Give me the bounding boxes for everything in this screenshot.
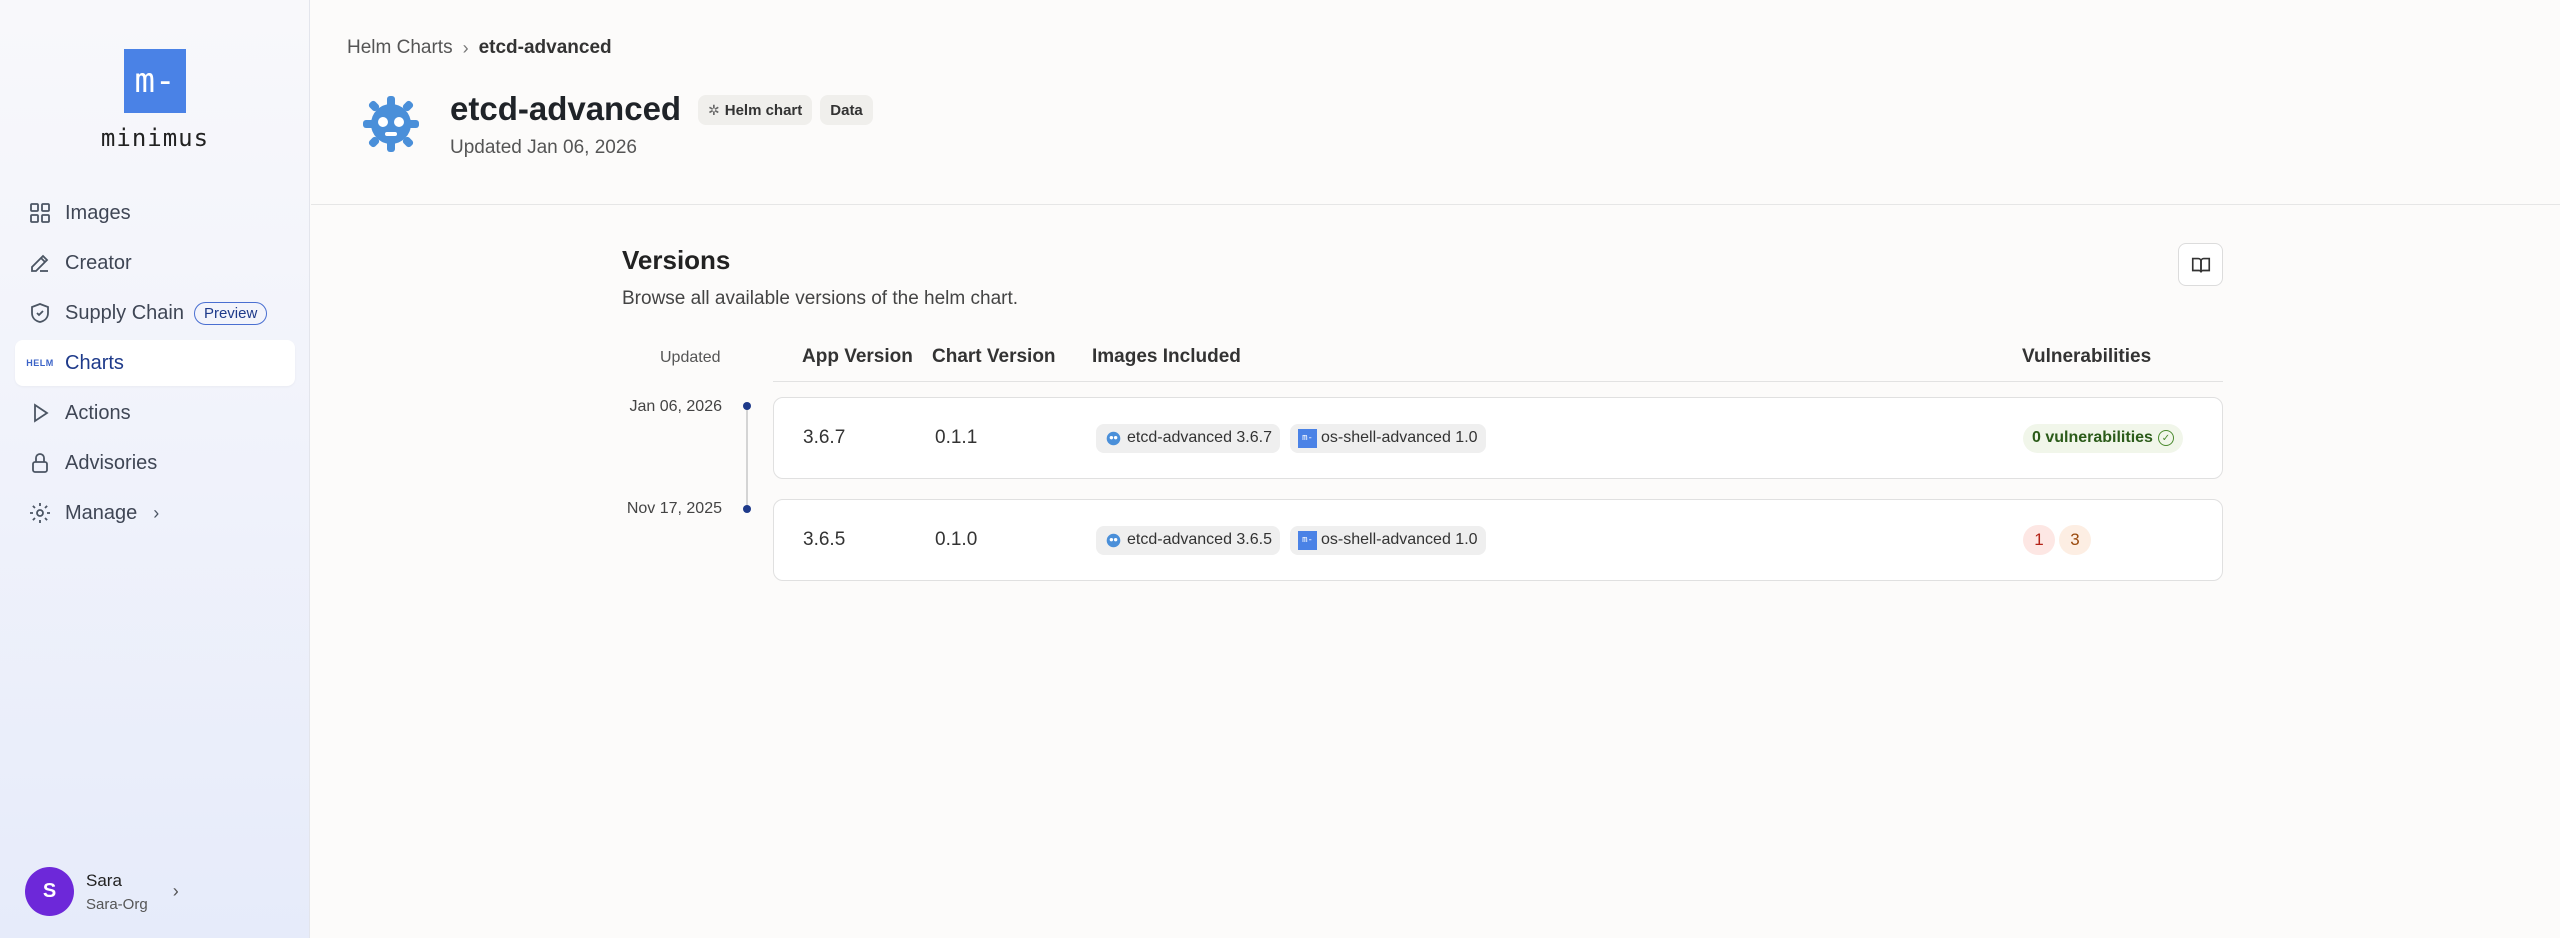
chevron-right-icon: ›	[153, 502, 160, 523]
image-chip-label: etcd-advanced 3.6.7	[1127, 429, 1272, 446]
helm-wheel-icon: ✲	[708, 101, 720, 118]
app-version-cell: 3.6.7	[803, 427, 846, 448]
column-header-updated: Updated	[660, 349, 721, 366]
app-version-cell: 3.6.5	[803, 529, 846, 550]
minimus-icon: m-	[1298, 428, 1317, 448]
avatar: S	[25, 867, 74, 916]
page-header: Helm Charts › etcd-advanced etcd-advance…	[311, 0, 2560, 205]
lock-icon	[27, 450, 53, 476]
image-chip-label: etcd-advanced 3.6.5	[1127, 531, 1272, 548]
image-chip-label: os-shell-advanced 1.0	[1321, 531, 1478, 548]
sidebar-item-images[interactable]: Images	[15, 190, 295, 236]
timeline-dot	[743, 505, 751, 513]
images-cell: etcd-advanced 3.6.7 m- os-shell-advanced…	[1096, 398, 1496, 478]
user-org: Sara-Org	[86, 895, 148, 913]
vulnerabilities-cell: 0 vulnerabilities ✓	[2023, 398, 2183, 478]
image-chip[interactable]: m- os-shell-advanced 1.0	[1290, 525, 1486, 555]
chart-version-cell: 0.1.0	[935, 529, 978, 550]
table-row[interactable]: 3.6.5 0.1.0 etcd-advanced 3.6.5 m- os-sh…	[773, 499, 2223, 581]
table-row[interactable]: 3.6.7 0.1.1 etcd-advanced 3.6.7 m- os-sh…	[773, 397, 2223, 479]
play-icon	[27, 400, 53, 426]
logo-text[interactable]: minimus	[0, 124, 310, 152]
timeline-date: Jan 06, 2026	[629, 398, 722, 415]
sidebar-item-label: Advisories	[65, 451, 158, 474]
preview-badge: Preview	[193, 301, 268, 325]
updated-date: Updated Jan 06, 2026	[450, 137, 637, 158]
sidebar-item-label: Images	[65, 201, 131, 224]
column-header-app-version[interactable]: App Version	[802, 346, 913, 368]
user-name: Sara	[86, 870, 122, 890]
versions-subtitle: Browse all available versions of the hel…	[622, 288, 1019, 309]
sidebar-item-creator[interactable]: Creator	[15, 240, 295, 286]
sidebar-item-label: Actions	[65, 401, 131, 424]
image-chip[interactable]: etcd-advanced 3.6.7	[1096, 423, 1280, 453]
timeline-line	[746, 406, 748, 510]
breadcrumb-parent-link[interactable]: Helm Charts	[347, 37, 453, 59]
page-title: etcd-advanced	[450, 90, 682, 127]
vulnerabilities-cell: 1 3	[2023, 500, 2095, 580]
images-cell: etcd-advanced 3.6.5 m- os-shell-advanced…	[1096, 500, 1496, 580]
sidebar-item-supply-chain[interactable]: Supply Chain Preview	[15, 290, 295, 336]
sidebar-nav: Images Creator Supply Chain Preview HELM…	[15, 190, 295, 540]
sidebar-item-charts[interactable]: HELM Charts	[15, 340, 295, 386]
shield-icon	[27, 300, 53, 326]
badge-label: Helm chart	[724, 101, 803, 119]
category-badge: Data	[820, 95, 873, 125]
pencil-icon	[27, 250, 53, 276]
sidebar-item-manage[interactable]: Manage ›	[15, 490, 295, 536]
column-header-chart-version[interactable]: Chart Version	[932, 346, 1056, 368]
chart-version-cell: 0.1.1	[935, 427, 978, 448]
minimus-icon: m-	[1298, 530, 1317, 550]
timeline-dot	[743, 402, 751, 410]
helm-chart-badge: ✲ Helm chart	[698, 95, 813, 125]
image-chip-label: os-shell-advanced 1.0	[1321, 429, 1478, 446]
chevron-right-icon: ›	[172, 881, 179, 901]
user-menu[interactable]: S Sara Sara-Org ›	[25, 867, 179, 916]
table-header-divider	[773, 381, 2223, 382]
gear-icon	[27, 500, 53, 526]
sidebar-item-label: Creator	[65, 251, 132, 274]
critical-vulnerability-count[interactable]: 1	[2023, 525, 2055, 555]
breadcrumb-current: etcd-advanced	[478, 37, 612, 58]
helm-icon-text: HELM	[26, 358, 54, 368]
etcd-logo-icon	[363, 96, 419, 152]
sidebar-item-advisories[interactable]: Advisories	[15, 440, 295, 486]
column-header-images: Images Included	[1092, 346, 1241, 367]
high-vulnerability-count[interactable]: 3	[2059, 525, 2091, 555]
sidebar-item-actions[interactable]: Actions	[15, 390, 295, 436]
helm-icon: HELM	[26, 350, 54, 376]
logo-mark[interactable]: m-	[124, 49, 186, 113]
chevron-right-icon: ›	[462, 37, 469, 58]
vulnerability-status-label: 0 vulnerabilities	[2032, 429, 2153, 446]
breadcrumb: Helm Charts › etcd-advanced	[347, 37, 612, 59]
versions-title: Versions	[622, 245, 731, 275]
grid-icon	[27, 200, 53, 226]
timeline-date: Nov 17, 2025	[626, 500, 722, 517]
docs-button[interactable]	[2178, 243, 2223, 286]
image-chip[interactable]: etcd-advanced 3.6.5	[1096, 525, 1280, 555]
image-chip[interactable]: m- os-shell-advanced 1.0	[1290, 423, 1486, 453]
sidebar-item-label: Supply Chain	[65, 301, 184, 324]
etcd-icon	[1104, 531, 1123, 550]
check-circle-icon: ✓	[2157, 430, 2174, 446]
etcd-icon	[1104, 429, 1123, 448]
column-header-vulnerabilities: Vulnerabilities	[2022, 346, 2152, 367]
sidebar-item-label: Charts	[65, 351, 124, 374]
vulnerability-status-badge: 0 vulnerabilities ✓	[2023, 423, 2183, 453]
chart-badges: ✲ Helm chart Data	[698, 95, 881, 125]
sidebar: m- minimus Images Creator Supply Chain P…	[0, 0, 310, 938]
sidebar-item-label: Manage	[65, 501, 138, 524]
book-icon	[2191, 257, 2210, 272]
